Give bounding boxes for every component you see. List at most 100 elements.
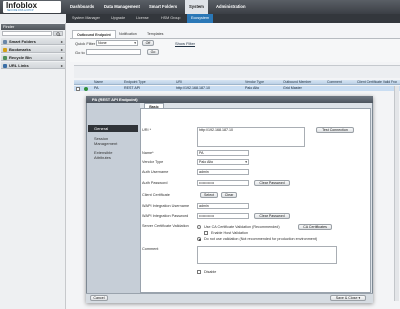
tab-templates[interactable]: Templates [143, 30, 167, 38]
radio-ca-validation[interactable] [197, 225, 201, 229]
column-header-vendor-type[interactable]: Vendor Type [245, 80, 264, 85]
wapi-clear-password-button[interactable]: Clear Password [254, 213, 290, 219]
subtab-hsm-group[interactable]: HSM Group [157, 14, 184, 23]
status-ok-icon [84, 86, 88, 91]
cell-outbound-member: Grid Master [283, 86, 302, 90]
subtab-system-manager[interactable]: System Manager [68, 14, 104, 23]
server-certificate-validation-label: Server Certificate Validation [142, 224, 189, 228]
save-and-close-label: Save & Close [335, 296, 358, 300]
tab-data-management[interactable]: Data Management [100, 0, 144, 14]
chevron-down-icon: ▾ [245, 160, 247, 164]
vendor-type-select[interactable]: Palo Alto ▾ [197, 159, 249, 165]
search-icon [56, 32, 61, 36]
logo-tagline: SECURE DNS & DHCP [7, 9, 34, 12]
goto-label: Go to [75, 50, 85, 55]
sidebar-item-label: Recycle Bin [9, 55, 32, 60]
wapi-password-input[interactable]: •••••••••••• [197, 213, 249, 219]
quick-filter-select[interactable]: None ▾ [96, 40, 138, 46]
chevron-right-icon: ▸ [60, 47, 63, 52]
enable-host-validation-checkbox[interactable] [204, 231, 208, 235]
ca-certificates-button[interactable]: CA Certificates [298, 224, 332, 230]
clear-certificate-button[interactable]: Clear [221, 192, 237, 198]
tab-notification[interactable]: Notification [115, 30, 141, 38]
chevron-down-icon: ▾ [358, 296, 361, 300]
cell-uri: http://192.168.187.10 [176, 86, 210, 90]
infoblox-logo[interactable]: Infoblox SECURE DNS & DHCP [3, 1, 61, 13]
column-header-uri[interactable]: URI [176, 80, 182, 85]
finder-title: Finder [1, 24, 65, 30]
row-checkbox[interactable] [76, 86, 80, 91]
chevron-down-icon: ▾ [134, 41, 136, 45]
auth-password-input[interactable]: •••••••••••• [197, 180, 249, 186]
subtab-upgrade[interactable]: Upgrade [107, 14, 129, 23]
column-header-comment[interactable]: Comment [327, 80, 342, 85]
clear-password-button[interactable]: Clear Password [254, 180, 290, 186]
show-filter-link[interactable]: Show Filter [175, 41, 195, 46]
client-certificate-label: Client Certificate [142, 193, 170, 197]
comment-textarea[interactable] [197, 246, 337, 264]
quick-filter-value: None [98, 41, 107, 45]
sidebar-item-bookmarks[interactable]: Bookmarks ▸ [1, 46, 65, 53]
column-header-name[interactable]: Name [94, 80, 103, 85]
grid-scrollbar[interactable] [394, 86, 399, 301]
subtab-ecosystem[interactable]: Ecosystem [187, 14, 214, 23]
section-session-management[interactable]: Session Management [88, 136, 128, 146]
vendor-type-value: Palo Alto [199, 160, 214, 164]
dialog-title: PA (REST API Endpoint) [86, 96, 373, 103]
chevron-right-icon: ▸ [60, 55, 63, 60]
test-connection-button[interactable]: Test Connection [316, 127, 354, 133]
auth-username-input[interactable]: admin [197, 169, 249, 175]
auth-password-label: Auth Password [142, 181, 168, 185]
auth-username-label: Auth Username [142, 170, 169, 174]
tab-smart-folders[interactable]: Smart Folders [145, 0, 181, 14]
trash-icon [3, 55, 7, 60]
goto-input[interactable] [86, 49, 141, 55]
sidebar-item-label: Smart Folders [9, 39, 36, 44]
chevron-right-icon: ▸ [60, 39, 63, 44]
disable-checkbox[interactable] [197, 270, 201, 274]
tab-system[interactable]: System [185, 0, 208, 14]
sidebar-item-url-links[interactable]: URL Links ▸ [1, 62, 65, 69]
section-extensible-attributes[interactable]: Extensible Attributes [88, 150, 128, 160]
folder-icon [3, 39, 7, 44]
tab-administration[interactable]: Administration [212, 0, 250, 14]
go-button[interactable]: Go [147, 49, 159, 55]
sidebar-item-recycle-bin[interactable]: Recycle Bin ▸ [1, 54, 65, 61]
radio-ca-validation-label: Use CA Certificate Validation (Recommend… [204, 225, 280, 229]
filter-off-button[interactable]: Off [142, 40, 154, 46]
save-and-close-button[interactable]: Save & Close ▾ [330, 295, 366, 301]
vendor-type-label: Vendor Type [142, 160, 164, 164]
column-header-endpoint-type[interactable]: Endpoint Type [124, 80, 146, 85]
column-header-outbound-member[interactable]: Outbound Member [283, 80, 311, 85]
grid-action-bar [74, 65, 400, 78]
sidebar-item-label: URL Links [9, 63, 29, 68]
wapi-username-label: WAPI Integration Username [142, 204, 190, 208]
bookmark-icon [3, 47, 7, 52]
tab-outbound-endpoint[interactable]: Outbound Endpoint [72, 30, 116, 38]
link-icon [3, 63, 7, 68]
cell-name: PA [94, 86, 99, 90]
tab-dashboards[interactable]: Dashboards [66, 0, 98, 14]
uri-label: URI * [142, 128, 152, 132]
subtab-license[interactable]: License [132, 14, 153, 23]
sidebar-item-smart-folders[interactable]: Smart Folders ▸ [1, 38, 65, 45]
quick-filter-label: Quick Filter [75, 41, 96, 46]
name-label: Name* [142, 151, 154, 155]
search-button[interactable] [53, 31, 63, 36]
wapi-username-input[interactable]: admin [197, 203, 249, 209]
section-general[interactable]: General [88, 125, 138, 132]
cancel-button[interactable]: Cancel [90, 295, 108, 301]
column-header-client-cert-valid-from[interactable]: Client Certificate Valid From [357, 80, 397, 85]
finder-search-input[interactable] [2, 31, 52, 36]
radio-no-validation-label: Do not use validation (Not recommended f… [204, 237, 318, 241]
sidebar-item-label: Bookmarks [9, 47, 31, 52]
uri-input[interactable]: http://192.168.187.10 [197, 127, 305, 147]
chevron-right-icon: ▸ [60, 63, 63, 68]
disable-label: Disable [204, 270, 217, 274]
grid-header [74, 80, 400, 85]
table-row[interactable] [74, 86, 400, 91]
radio-no-validation[interactable] [197, 237, 201, 241]
name-input[interactable]: PA [197, 150, 249, 156]
wapi-password-label: WAPI Integration Password [142, 214, 189, 218]
select-certificate-button[interactable]: Select [200, 192, 218, 198]
